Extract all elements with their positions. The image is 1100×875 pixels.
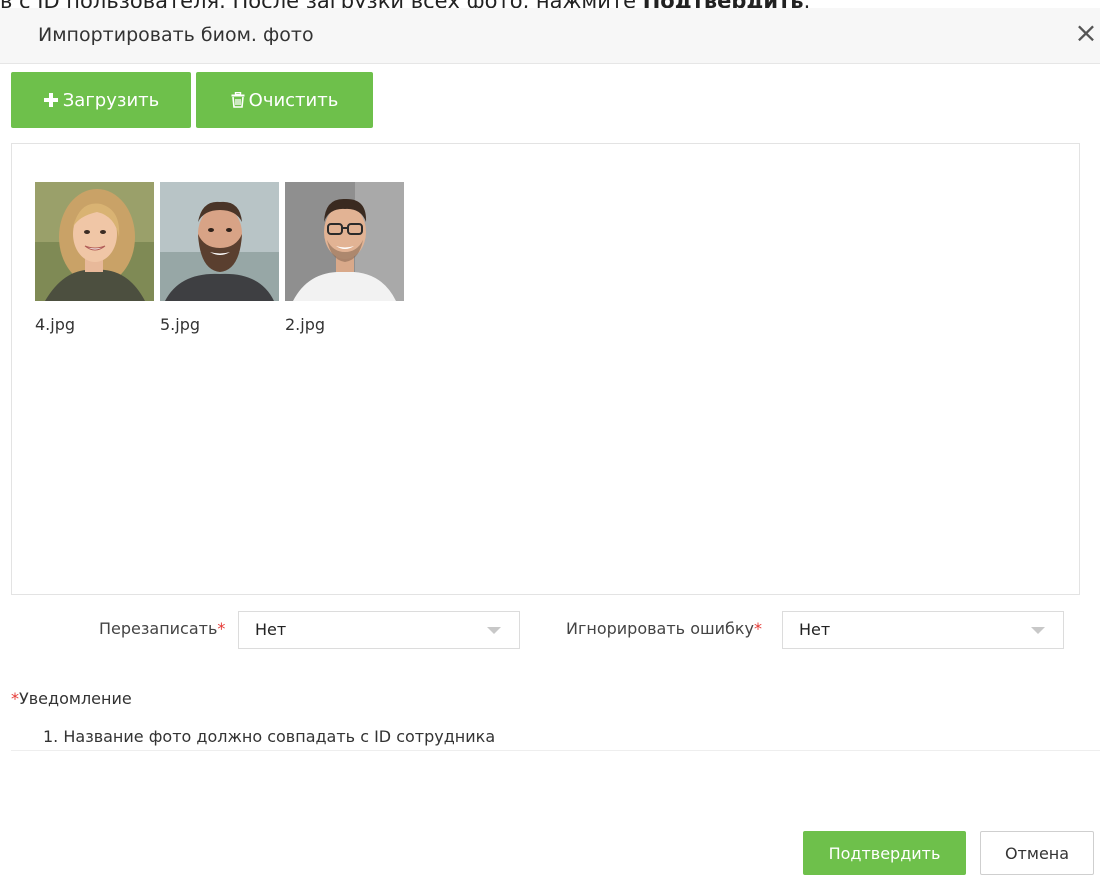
- photo-thumbnail[interactable]: 2.jpg: [285, 182, 404, 336]
- required-mark: *: [11, 689, 19, 708]
- confirm-button[interactable]: Подтвердить: [803, 831, 966, 875]
- upload-button[interactable]: Загрузить: [11, 72, 191, 128]
- required-mark: *: [217, 619, 226, 638]
- photo-filename: 2.jpg: [285, 315, 326, 334]
- photo-man-with-glasses-portrait: [285, 182, 404, 301]
- notice-item: 1. Название фото должно совпадать с ID с…: [43, 727, 496, 746]
- photo-woman-portrait: [35, 182, 154, 301]
- dialog-title: Импортировать биом. фото: [38, 24, 314, 46]
- clear-button-label: Очистить: [248, 89, 339, 111]
- photo-filename: 5.jpg: [160, 315, 201, 334]
- notice-title: *Уведомление: [11, 689, 132, 708]
- overwrite-select-value: Нет: [255, 620, 287, 639]
- overwrite-select[interactable]: Нет: [238, 611, 520, 649]
- trash-icon: [231, 92, 245, 108]
- ignore-error-select[interactable]: Нет: [782, 611, 1064, 649]
- required-mark: *: [754, 619, 763, 638]
- chevron-down-icon: [1031, 627, 1045, 634]
- photo-thumbnail[interactable]: 4.jpg: [35, 182, 154, 336]
- photo-filename: 4.jpg: [35, 315, 76, 334]
- ignore-error-select-value: Нет: [799, 620, 831, 639]
- clear-button[interactable]: Очистить: [196, 72, 373, 128]
- plus-icon: [43, 93, 58, 107]
- overwrite-label: Перезаписать*: [99, 619, 226, 638]
- photo-bearded-man-portrait: [160, 182, 279, 301]
- photo-thumbnail[interactable]: 5.jpg: [160, 182, 279, 336]
- dialog-header: Импортировать биом. фото ×: [0, 8, 1100, 64]
- chevron-down-icon: [487, 627, 501, 634]
- upload-button-label: Загрузить: [62, 89, 160, 111]
- ignore-error-label: Игнорировать ошибку*: [566, 619, 763, 638]
- photo-upload-area[interactable]: 4.jpg 5.jpg 2.jpg: [11, 143, 1080, 595]
- cancel-button[interactable]: Отмена: [980, 831, 1094, 875]
- close-icon[interactable]: ×: [1072, 18, 1100, 48]
